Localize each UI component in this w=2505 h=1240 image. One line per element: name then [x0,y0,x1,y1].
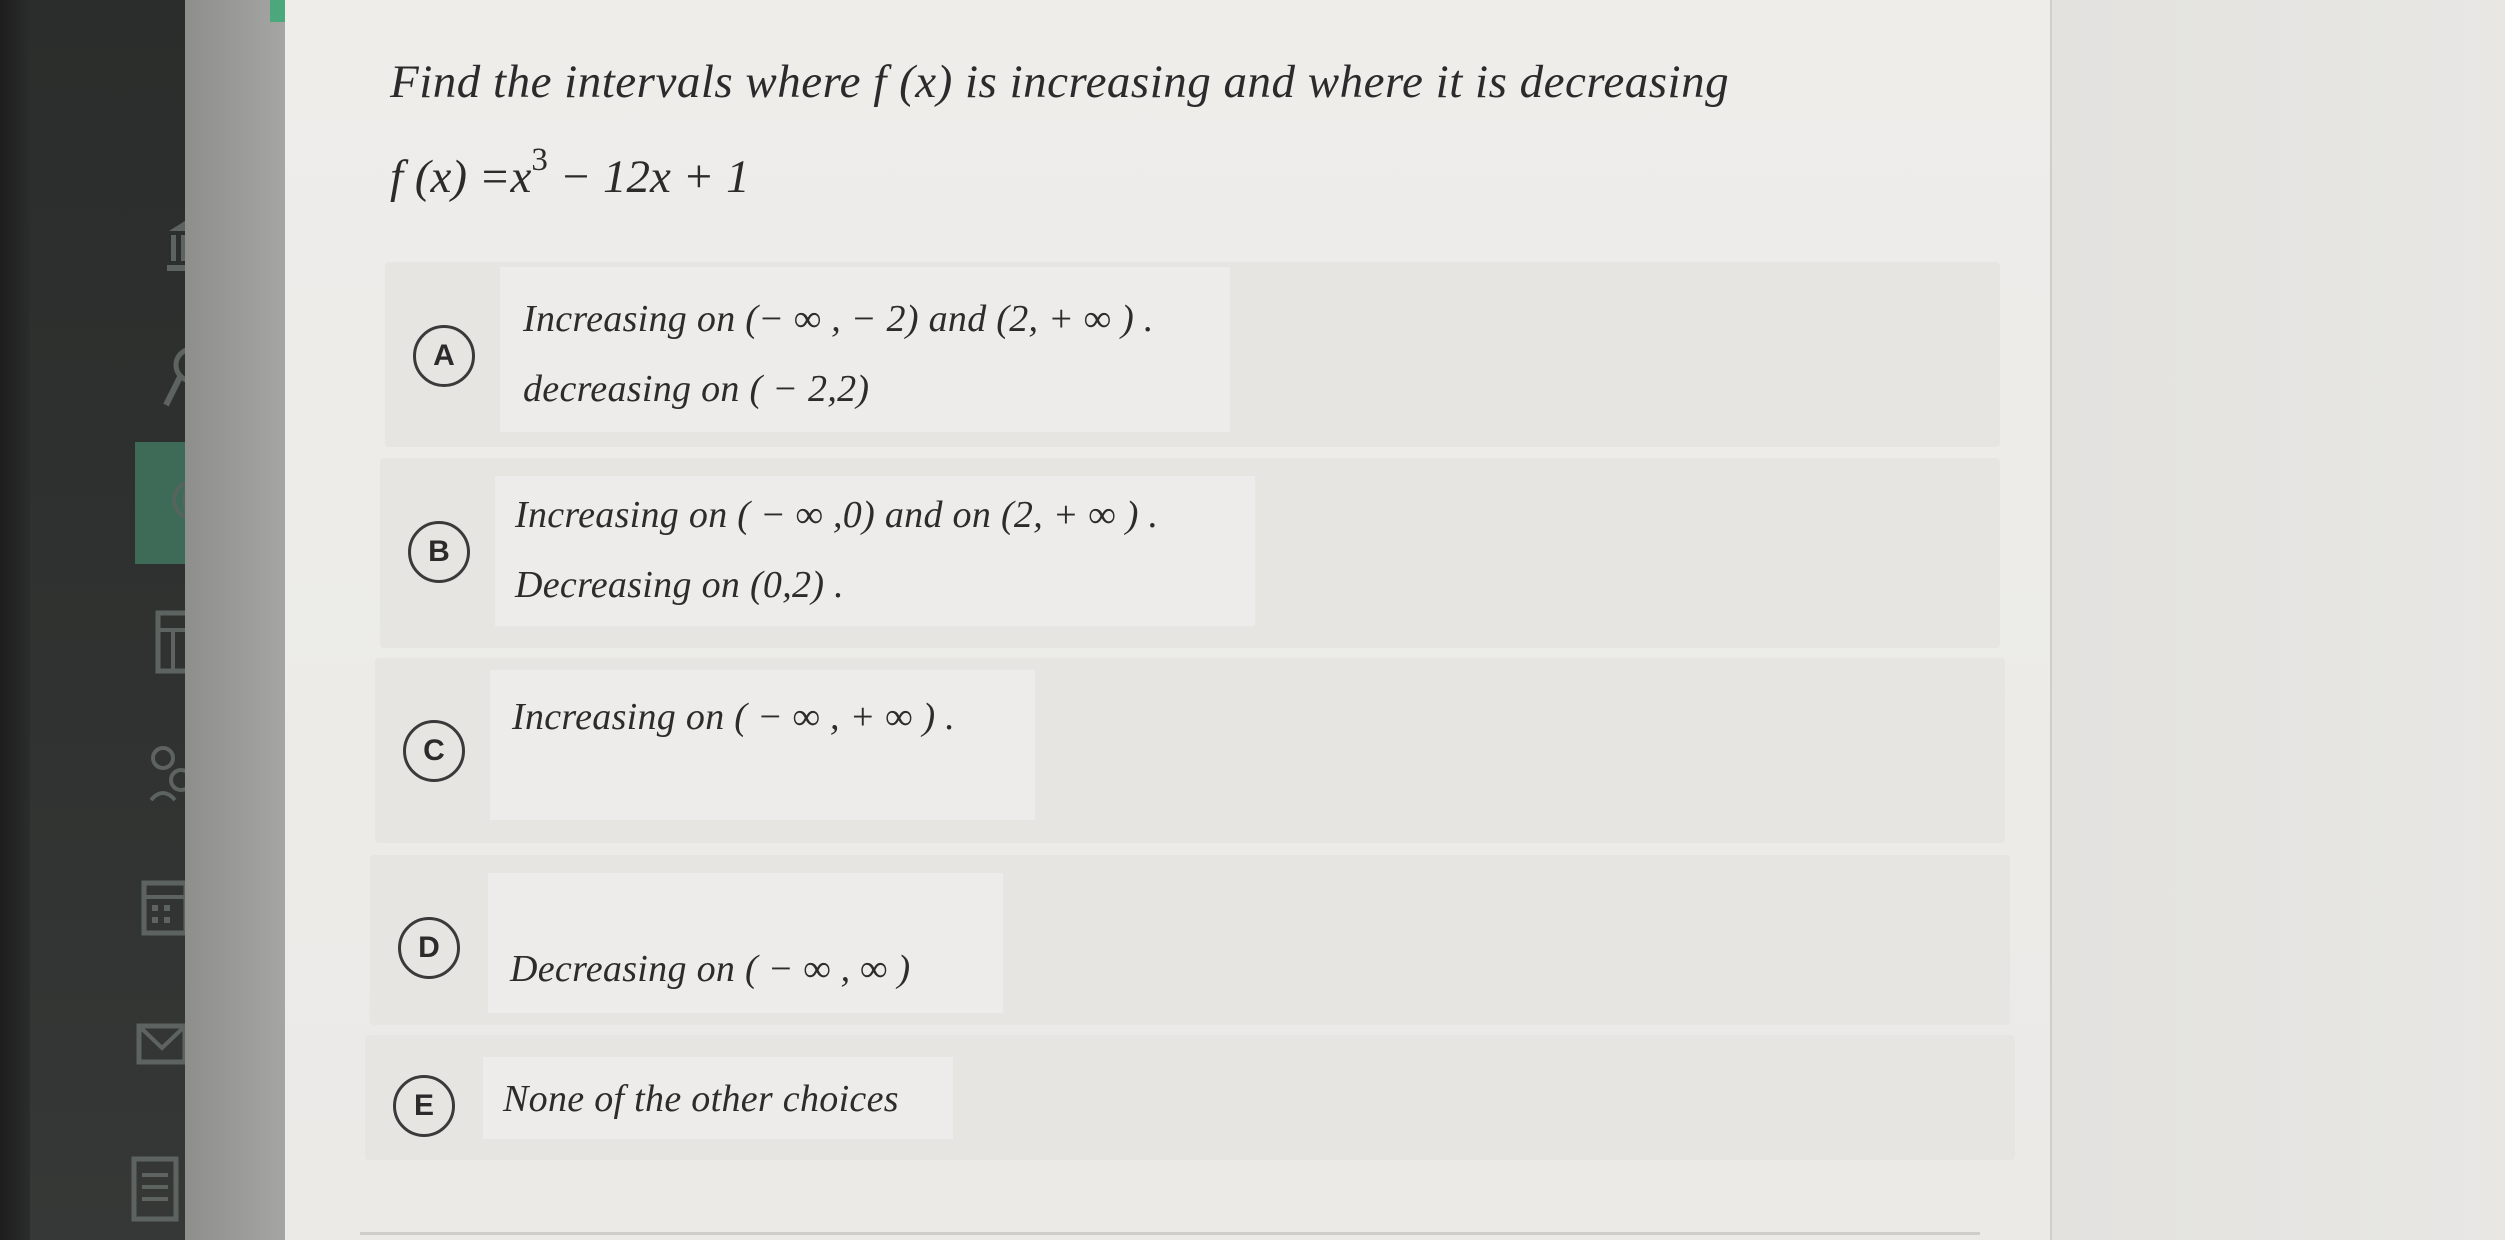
option-a-line1: Increasing on (− ∞ , − 2) and (2, + ∞ ) … [523,298,1154,340]
answer-option-d[interactable]: D Decreasing on ( − ∞ , ∞ ) [370,855,2010,1025]
formula-exponent: 3 [531,142,548,178]
option-c-line1: Increasing on ( − ∞ , + ∞ ) . [512,696,956,738]
option-e-line1: None of the other choices [503,1078,899,1120]
option-d-radio[interactable]: D [398,917,460,979]
answer-option-c[interactable]: C Increasing on ( − ∞ , + ∞ ) . [375,658,2005,843]
option-e-radio[interactable]: E [393,1075,455,1137]
question-panel: Find the intervals where f (x) is increa… [285,0,2052,1240]
right-background [2052,0,2505,1240]
footer-divider [360,1232,1980,1235]
option-b-radio[interactable]: B [408,521,470,583]
option-c-radio[interactable]: C [403,720,465,782]
panel-shadow [185,0,285,1240]
sidebar-edge [0,0,30,1240]
option-c-text-box [490,670,1035,820]
option-d-text-box [488,873,1003,1013]
question-prompt: Find the intervals where f (x) is increa… [390,56,1730,108]
app-sidebar [0,0,215,1240]
answer-option-b[interactable]: B Increasing on ( − ∞ ,0) and on (2, + ∞… [380,458,2000,648]
option-a-line2: decreasing on ( − 2,2) [523,368,870,410]
option-b-line1: Increasing on ( − ∞ ,0) and on (2, + ∞ )… [515,494,1159,536]
mail-icon[interactable] [135,1020,190,1070]
formula-right: − 12x + 1 [547,151,750,203]
question-formula: f (x) =x3 − 12x + 1 [390,142,750,204]
option-d-line1: Decreasing on ( − ∞ , ∞ ) [510,948,911,990]
screen: Find the intervals where f (x) is increa… [0,0,2505,1240]
option-a-radio[interactable]: A [413,325,475,387]
document-icon[interactable] [130,1155,180,1225]
calendar-icon[interactable] [140,875,190,940]
answer-option-a[interactable]: A Increasing on (− ∞ , − 2) and (2, + ∞ … [385,262,2000,447]
option-b-line2: Decreasing on (0,2) . [515,564,844,606]
answer-option-e[interactable]: E None of the other choices [365,1035,2015,1160]
formula-left: f (x) =x [390,151,532,203]
